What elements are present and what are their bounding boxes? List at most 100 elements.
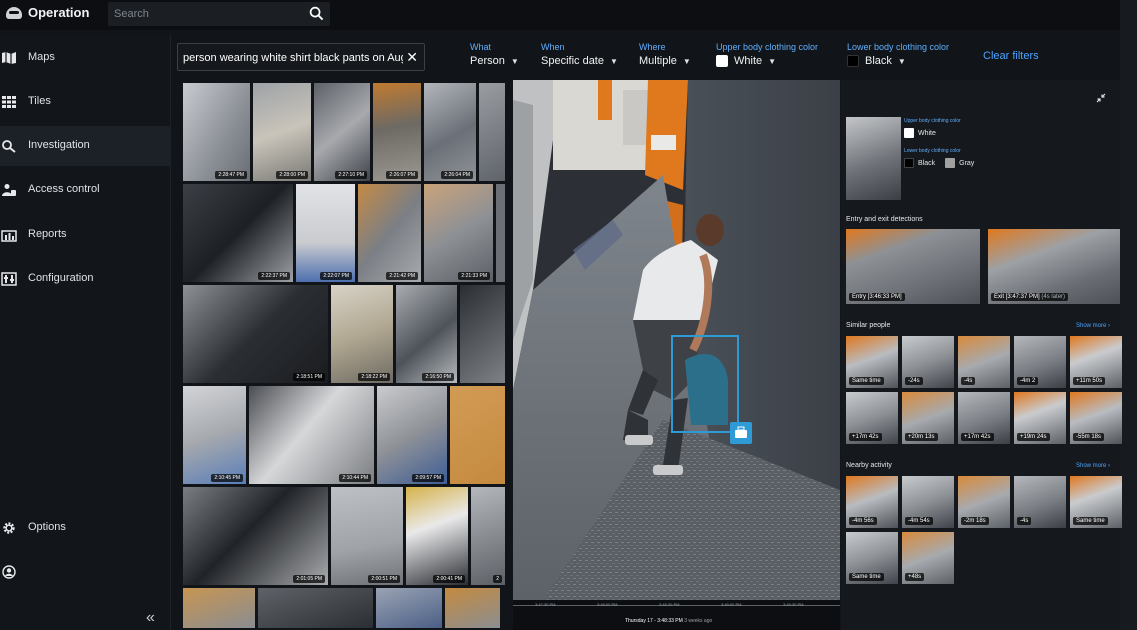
sidebar-item-access-control[interactable]: Access control	[0, 170, 171, 210]
nearby-activity-title: Nearby activity	[846, 462, 892, 469]
gear-icon	[1, 521, 17, 535]
caret-down-icon: ▼	[768, 56, 777, 66]
time-offset: +19m 24s	[1017, 433, 1050, 441]
results-grid: 2:28:47 PM 2:28:00 PM 2:27:10 PM 2:26:07…	[183, 83, 505, 628]
query-field[interactable]: ✕	[177, 43, 425, 71]
video-player[interactable]	[513, 80, 840, 600]
result-thumbnail[interactable]: 2:01:05 PM	[183, 487, 328, 585]
nearby-activity-thumbnail[interactable]: Same time	[846, 532, 898, 584]
result-thumbnail[interactable]	[450, 386, 505, 484]
sidebar: Maps Tiles Investigation Access control …	[0, 35, 171, 630]
similar-person-thumbnail[interactable]: +20m 13s	[902, 392, 954, 444]
result-thumbnail[interactable]: 2:28:47 PM	[183, 83, 250, 181]
sidebar-item-maps[interactable]: Maps	[0, 38, 171, 78]
result-thumbnail[interactable]: 2:22:07 PM	[296, 184, 355, 282]
filter-lower-body-color[interactable]: Lower body clothing color Black ▼	[847, 42, 949, 67]
result-thumbnail[interactable]: 2:21:33 PM	[424, 184, 493, 282]
similar-person-thumbnail[interactable]: +19m 24s	[1014, 392, 1066, 444]
brand[interactable]: Operation	[6, 5, 89, 20]
similar-person-thumbnail[interactable]: -24s	[902, 336, 954, 388]
time-offset: +11m 50s	[1073, 377, 1106, 385]
similar-person-thumbnail[interactable]: +17m 42s	[846, 392, 898, 444]
time-offset: -4m 56s	[849, 517, 877, 525]
app-window: Operation Maps Tiles Investiga	[0, 0, 1137, 630]
query-input[interactable]	[183, 49, 403, 67]
timeline-tick: 3:49:00 PM	[721, 602, 742, 607]
nearby-activity-thumbnail[interactable]: -4s	[1014, 476, 1066, 528]
filter-value: Black	[865, 55, 892, 67]
filter-bar: ✕ What Person ▼ When Specific date ▼ Where…	[171, 35, 1120, 80]
nearby-activity-thumbnail[interactable]: +48s	[902, 532, 954, 584]
result-thumbnail[interactable]	[445, 588, 500, 628]
sidebar-item-options[interactable]: Options	[0, 508, 171, 548]
filter-label: When	[541, 42, 565, 52]
nearby-activity-thumbnail[interactable]: -2m 18s	[958, 476, 1010, 528]
entry-caption: Entry [3:46:33 PM]	[849, 293, 905, 301]
result-thumbnail[interactable]: 2:22:37 PM	[183, 184, 293, 282]
filter-what[interactable]: What Person ▼	[470, 42, 519, 67]
nearby-activity-thumbnail[interactable]: Same time	[1070, 476, 1122, 528]
time-offset: +20m 13s	[905, 433, 938, 441]
playback-timeline[interactable]: 3:47:30 PM 3:48:00 PM 3:48:30 PM 3:49:00…	[513, 600, 840, 630]
similar-person-thumbnail[interactable]: -55m 18s	[1070, 392, 1122, 444]
result-thumbnail[interactable]: 2	[471, 487, 505, 585]
result-thumbnail[interactable]: 2:28:00 PM	[253, 83, 311, 181]
result-thumbnail[interactable]: 2:00:41 PM	[406, 487, 468, 585]
similar-person-thumbnail[interactable]: +11m 50s	[1070, 336, 1122, 388]
configuration-icon	[1, 272, 17, 286]
result-thumbnail[interactable]: 2:26:04 PM	[424, 83, 476, 181]
result-thumbnail[interactable]: 2:26:07 PM	[373, 83, 421, 181]
exit-detection[interactable]: Exit [3:47:37 PM] (4s later)	[988, 229, 1120, 304]
nearby-activity-thumbnail[interactable]: -4m 54s	[902, 476, 954, 528]
sidebar-item-investigation[interactable]: Investigation	[0, 126, 171, 166]
collapse-sidebar-icon[interactable]: «	[146, 609, 155, 627]
sidebar-item-label: Options	[28, 521, 66, 533]
sidebar-item-configuration[interactable]: Configuration	[0, 259, 171, 299]
result-thumbnail[interactable]	[258, 588, 373, 628]
search-input[interactable]	[114, 5, 304, 23]
similar-person-thumbnail[interactable]: +17m 42s	[958, 392, 1010, 444]
result-thumbnail[interactable]: 2:10:45 PM	[183, 386, 246, 484]
timestamp: 2:18:51 PM	[293, 373, 325, 381]
result-thumbnail[interactable]: 2:09:57 PM	[377, 386, 447, 484]
filter-label: Lower body clothing color	[847, 42, 950, 52]
similar-show-more[interactable]: Show more ›	[1076, 323, 1110, 329]
time-offset: Same time	[1073, 517, 1108, 525]
global-search[interactable]	[108, 2, 330, 26]
filter-upper-body-color[interactable]: Upper body clothing color White ▼	[716, 42, 818, 67]
nearby-show-more[interactable]: Show more ›	[1076, 463, 1110, 469]
grid-icon	[1, 95, 17, 109]
time-offset: +48s	[905, 573, 925, 581]
clear-query-icon[interactable]: ✕	[406, 49, 418, 66]
result-thumbnail[interactable]: 2:18:22 PM	[331, 285, 393, 383]
result-thumbnail[interactable]: 2:18:51 PM	[183, 285, 328, 383]
nearby-activity-thumbnail[interactable]: -4m 56s	[846, 476, 898, 528]
time-offset: -55m 18s	[1073, 433, 1105, 441]
similar-person-thumbnail[interactable]: -4s	[958, 336, 1010, 388]
collapse-icon[interactable]	[1096, 90, 1106, 108]
result-thumbnail[interactable]: 2:21:42 PM	[358, 184, 421, 282]
sidebar-item-tiles[interactable]: Tiles	[0, 82, 171, 122]
result-thumbnail[interactable]	[376, 588, 442, 628]
sidebar-item-reports[interactable]: Reports	[0, 215, 171, 255]
result-thumbnail[interactable]: 2:00:51 PM	[331, 487, 403, 585]
similar-person-thumbnail[interactable]: -4m 2	[1014, 336, 1066, 388]
result-thumbnail[interactable]: 2:10:44 PM	[249, 386, 374, 484]
user-account[interactable]	[0, 552, 171, 592]
result-thumbnail[interactable]	[183, 588, 255, 628]
result-thumbnail[interactable]	[479, 83, 505, 181]
result-thumbnail[interactable]: 2:27:10 PM	[314, 83, 370, 181]
result-thumbnail[interactable]	[496, 184, 505, 282]
result-thumbnail[interactable]: 2:16:50 PM	[396, 285, 457, 383]
result-thumbnail[interactable]	[460, 285, 505, 383]
timestamp: 2:21:42 PM	[386, 272, 418, 280]
person-thumbnail[interactable]	[846, 117, 901, 200]
search-icon[interactable]	[309, 6, 324, 26]
sidebar-item-label: Configuration	[28, 272, 94, 284]
clear-filters-button[interactable]: Clear filters	[983, 50, 1039, 62]
caret-down-icon: ▼	[609, 56, 618, 66]
filter-where[interactable]: Where Multiple ▼	[639, 42, 691, 67]
filter-when[interactable]: When Specific date ▼	[541, 42, 618, 67]
entry-detection[interactable]: Entry [3:46:33 PM]	[846, 229, 980, 304]
similar-person-thumbnail[interactable]: Same time	[846, 336, 898, 388]
